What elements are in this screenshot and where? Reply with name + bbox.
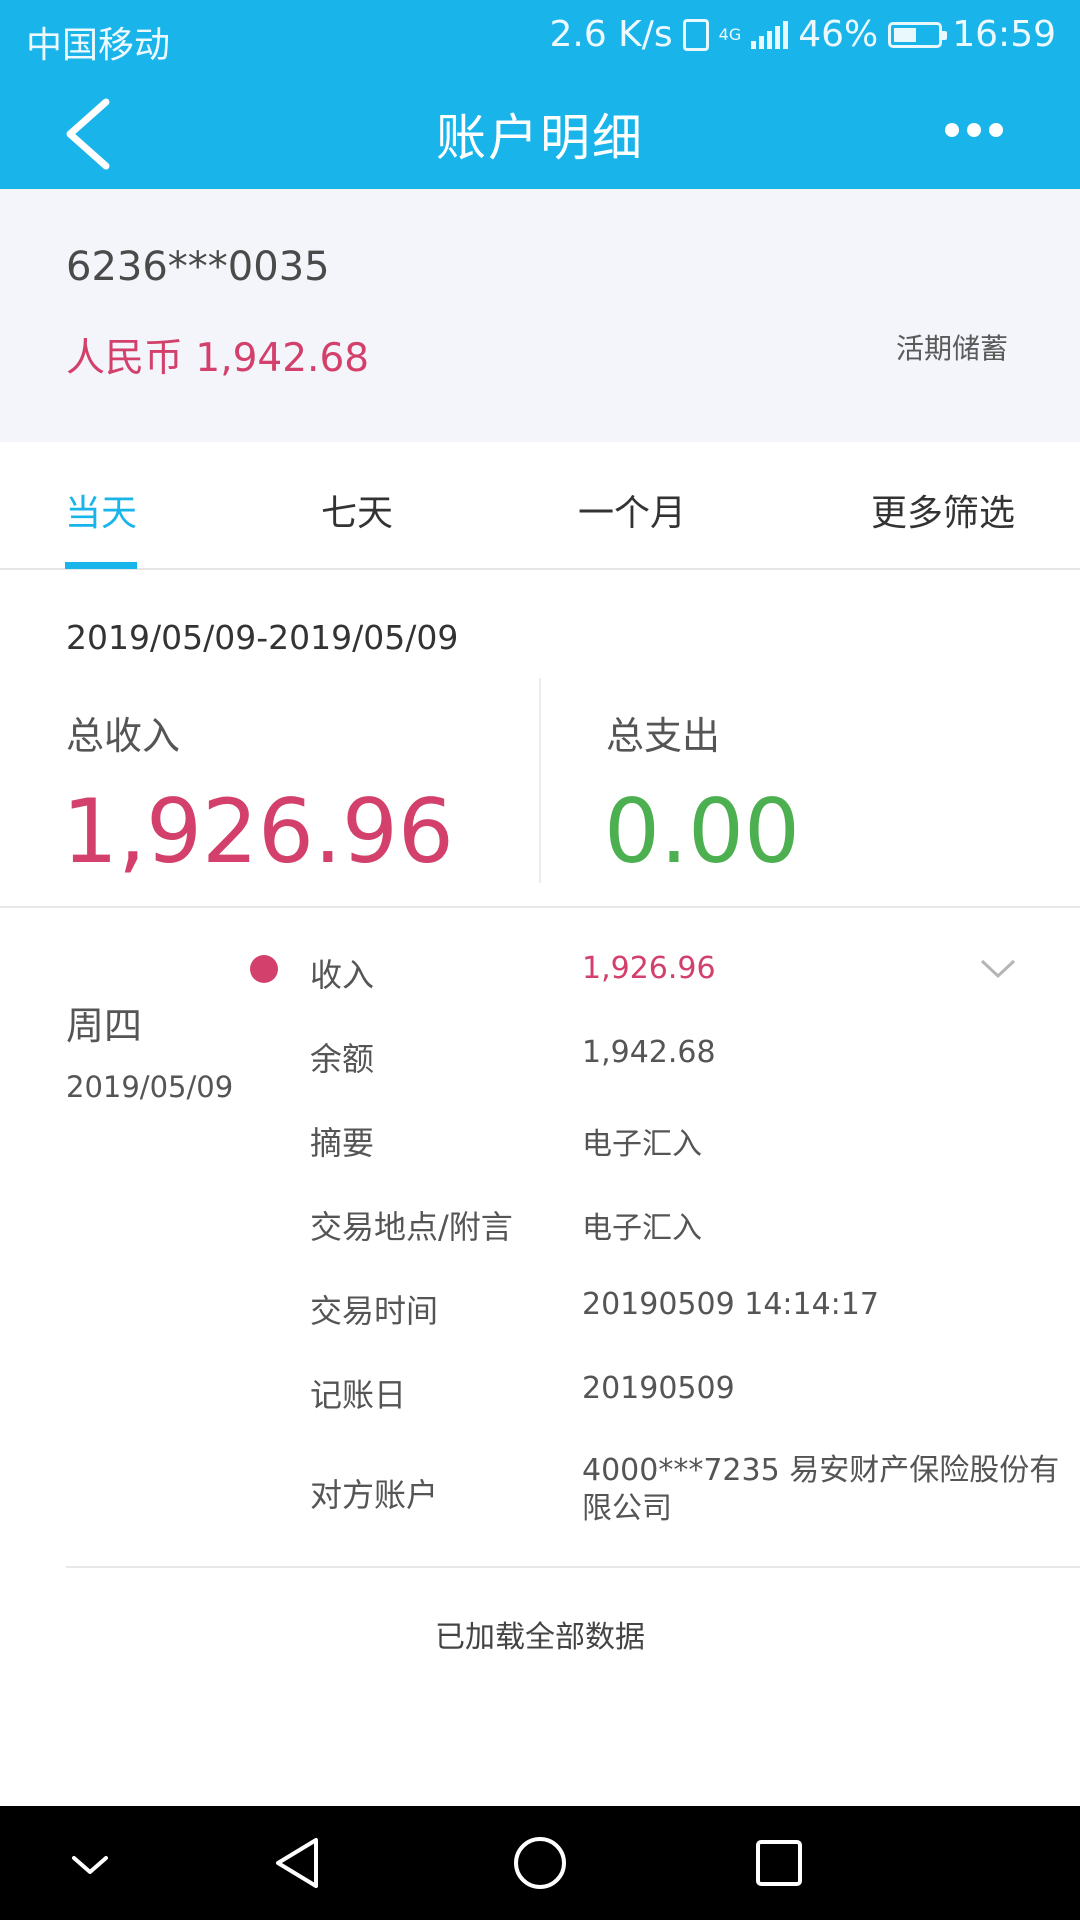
signal-icon <box>751 20 789 49</box>
total-income-value: 1,926.96 <box>62 780 454 883</box>
row-value-time: 20190509 14:14:17 <box>582 1287 879 1322</box>
system-nav-bar <box>0 1806 1080 1920</box>
network-type: 4G <box>718 25 742 44</box>
clock: 16:59 <box>952 14 1056 55</box>
active-tab-indicator <box>65 562 137 569</box>
tab-one-month[interactable]: 一个月 <box>578 484 686 536</box>
row-label-counterparty: 对方账户 <box>310 1476 439 1514</box>
network-speed: 2.6 K/s <box>549 14 673 55</box>
title-bar: 账户明细 <box>0 76 1080 189</box>
transaction-weekday: 周四 <box>66 1004 143 1048</box>
tab-today[interactable]: 当天 <box>65 484 137 536</box>
row-label-balance: 余额 <box>310 1040 375 1078</box>
status-bar: 中国移动 2.6 K/s 4G 46% 16:59 <box>0 0 1080 76</box>
chevron-down-icon[interactable] <box>980 958 1016 980</box>
account-balance: 人民币 1,942.68 <box>66 336 370 381</box>
row-label-location: 交易地点/附言 <box>310 1208 513 1246</box>
total-income-label: 总收入 <box>66 714 181 758</box>
account-detail-screen: 中国移动 2.6 K/s 4G 46% 16:59 账户明细 6236***00… <box>0 0 1080 1920</box>
row-label-posting-date: 记账日 <box>310 1376 407 1414</box>
account-summary: 6236***0035 人民币 1,942.68 活期储蓄 <box>0 189 1080 442</box>
row-value-location: 电子汇入 <box>582 1211 702 1246</box>
date-filter-tabs: 当天 七天 一个月 更多筛选 <box>0 442 1080 570</box>
app-header: 中国移动 2.6 K/s 4G 46% 16:59 账户明细 <box>0 0 1080 189</box>
summary-bottom-divider <box>0 906 1080 908</box>
vibrate-icon <box>682 18 709 51</box>
transaction-date: 2019/05/09 <box>66 1070 234 1104</box>
all-loaded-message: 已加载全部数据 <box>435 1620 645 1655</box>
recents-square-icon[interactable] <box>740 1806 820 1920</box>
battery-percent: 46% <box>798 14 879 55</box>
summary-divider <box>539 678 541 883</box>
row-value-income: 1,926.96 <box>582 951 716 986</box>
date-range: 2019/05/09-2019/05/09 <box>66 618 459 657</box>
carrier-name: 中国移动 <box>26 25 171 66</box>
row-value-posting-date: 20190509 <box>582 1371 735 1406</box>
row-label-summary: 摘要 <box>310 1124 375 1162</box>
home-circle-icon[interactable] <box>500 1806 580 1920</box>
account-number: 6236***0035 <box>66 244 330 290</box>
income-dot-icon <box>250 955 278 983</box>
row-value-summary: 电子汇入 <box>582 1127 702 1162</box>
battery-icon <box>888 21 948 48</box>
row-label-income: 收入 <box>310 956 375 994</box>
row-label-time: 交易时间 <box>310 1292 439 1330</box>
page-title: 账户明细 <box>436 109 644 167</box>
chevron-down-icon[interactable] <box>50 1806 130 1920</box>
list-bottom-divider <box>66 1566 1080 1568</box>
status-right: 2.6 K/s 4G 46% 16:59 <box>549 14 1056 55</box>
row-value-counterparty: 4000***7235 易安财产保险股份有限公司 <box>582 1453 1060 1526</box>
account-type: 活期储蓄 <box>895 332 1008 365</box>
row-value-balance: 1,942.68 <box>582 1035 716 1070</box>
more-horizontal-icon[interactable] <box>944 118 1004 142</box>
tab-more-filters[interactable]: 更多筛选 <box>871 484 1015 536</box>
back-triangle-icon[interactable] <box>258 1806 338 1920</box>
total-expense-value: 0.00 <box>604 780 800 883</box>
tab-seven-days[interactable]: 七天 <box>321 484 393 536</box>
total-expense-label: 总支出 <box>606 714 721 758</box>
